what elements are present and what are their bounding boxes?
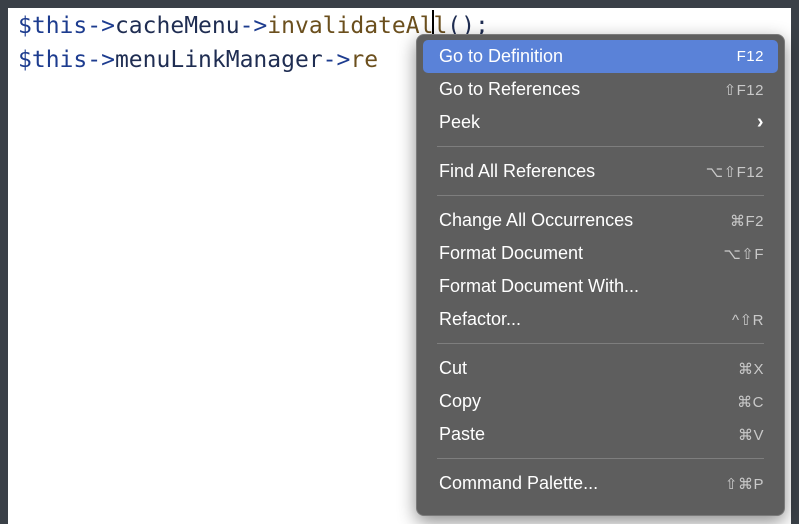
menu-separator	[437, 146, 764, 147]
window-frame-left	[0, 0, 8, 524]
menu-item-label: Go to Definition	[439, 46, 564, 66]
code-token-var: $this	[18, 47, 88, 73]
menu-item-paste[interactable]: Paste ⌘V	[423, 418, 778, 451]
context-menu: Go to Definition F12 Go to References ⇧F12 P…	[416, 34, 785, 516]
code-token-property: menuLinkManager	[114, 47, 323, 73]
window-frame-right	[791, 0, 799, 524]
code-token-arrow: ->	[87, 13, 115, 39]
menu-item-label: Format Document	[439, 243, 584, 263]
menu-item-go-to-definition[interactable]: Go to Definition F12	[423, 40, 778, 73]
menu-separator	[437, 458, 764, 459]
menu-item-label: Command Palette...	[439, 473, 599, 493]
menu-item-command-palette[interactable]: Command Palette... ⇧⌘P	[423, 467, 778, 500]
menu-item-refactor[interactable]: Refactor... ^⇧R	[423, 303, 778, 336]
menu-item-find-all-references[interactable]: Find All References ⌥⇧F12	[423, 155, 778, 188]
menu-item-shortcut: ^⇧R	[732, 311, 764, 329]
menu-item-label: Cut	[439, 358, 468, 378]
menu-item-shortcut: ⇧⌘P	[724, 475, 764, 493]
chevron-right-icon: ›	[756, 111, 764, 133]
code-token-arrow: ->	[322, 47, 351, 73]
menu-item-label: Go to References	[439, 79, 581, 99]
menu-item-peek[interactable]: Peek ›	[423, 106, 778, 139]
code-token-arrow: ->	[239, 13, 268, 39]
menu-item-go-to-references[interactable]: Go to References ⇧F12	[423, 73, 778, 106]
menu-item-label: Find All References	[439, 161, 596, 181]
menu-item-shortcut: ⌘X	[737, 360, 764, 378]
window-frame-top	[0, 0, 799, 8]
code-token-method: re	[350, 47, 379, 73]
menu-item-change-all-occurrences[interactable]: Change All Occurrences ⌘F2	[423, 204, 778, 237]
menu-item-label: Paste	[439, 424, 486, 444]
menu-item-shortcut: F12	[736, 48, 764, 65]
code-token-property: cacheMenu	[114, 13, 240, 39]
code-token-arrow: ->	[87, 47, 115, 73]
menu-item-label: Peek	[439, 112, 481, 132]
menu-item-format-document-with[interactable]: Format Document With...	[423, 270, 778, 303]
menu-item-label: Format Document With...	[439, 276, 640, 296]
menu-separator	[437, 195, 764, 196]
code-line-2[interactable]: $this->menuLinkManager->re	[18, 44, 378, 76]
menu-separator	[437, 343, 764, 344]
menu-item-shortcut: ⇧F12	[723, 81, 764, 99]
menu-item-label: Change All Occurrences	[439, 210, 634, 230]
menu-item-shortcut: ⌘F2	[729, 212, 764, 230]
menu-item-label: Copy	[439, 391, 482, 411]
menu-item-shortcut: ⌥⇧F	[723, 245, 764, 263]
menu-item-shortcut: ⌥⇧F12	[705, 163, 764, 181]
menu-item-copy[interactable]: Copy ⌘C	[423, 385, 778, 418]
menu-item-label: Refactor...	[439, 309, 522, 329]
menu-item-format-document[interactable]: Format Document ⌥⇧F	[423, 237, 778, 270]
menu-item-shortcut: ⌘V	[737, 426, 764, 444]
menu-item-shortcut: ⌘C	[737, 393, 764, 411]
code-token-var: $this	[18, 13, 88, 39]
menu-item-cut[interactable]: Cut ⌘X	[423, 352, 778, 385]
